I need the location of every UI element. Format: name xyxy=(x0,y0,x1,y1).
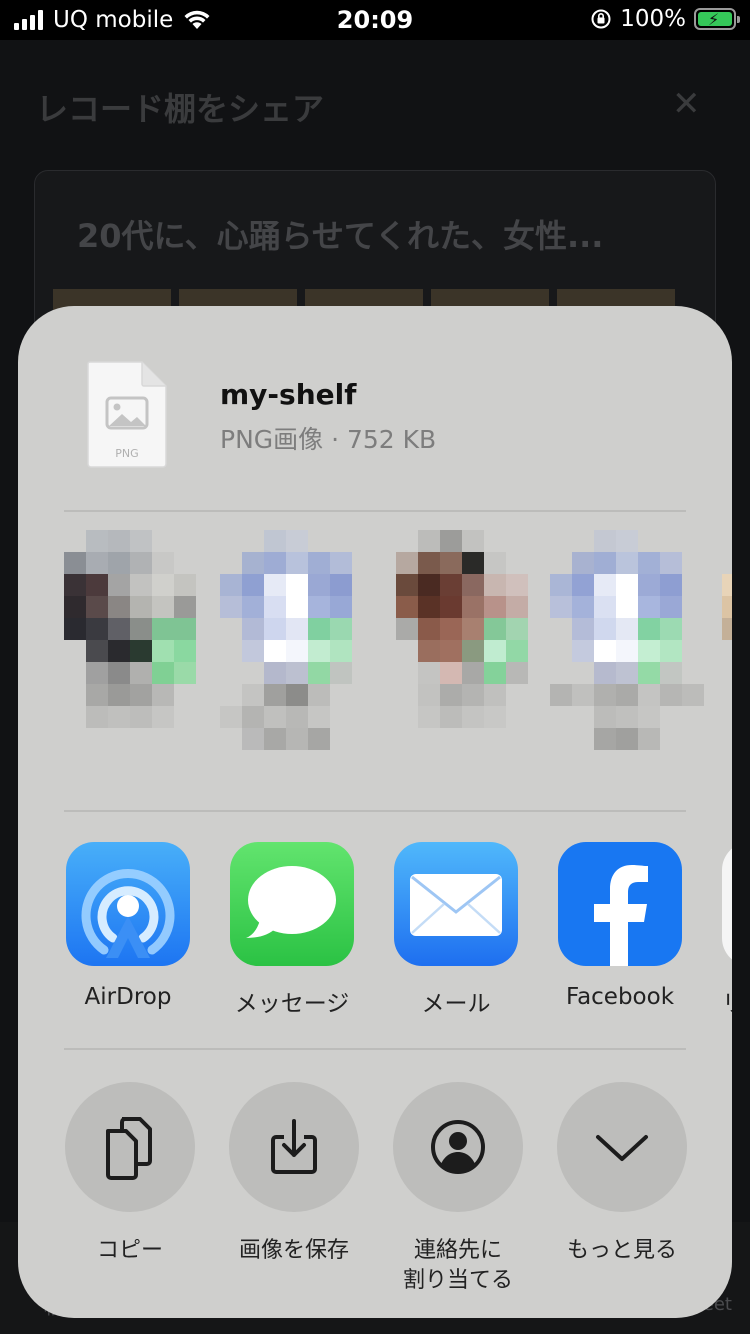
suggested-contacts-row xyxy=(18,520,732,790)
assign-contact-icon xyxy=(431,1120,485,1174)
divider xyxy=(64,510,686,512)
app-mail[interactable]: メール xyxy=(394,842,518,1018)
file-name: my-shelf xyxy=(220,378,357,411)
app-label: リ xyxy=(722,984,732,1018)
action-more[interactable]: もっと見る xyxy=(540,1082,704,1266)
app-label: メッセージ xyxy=(234,991,350,1017)
mail-icon xyxy=(394,842,518,966)
action-label: 画像を保存 xyxy=(238,1238,349,1263)
share-sheet: PNG my-shelf PNG画像 · 752 KB AirDrop メッセー… xyxy=(18,306,732,1318)
app-label: Facebook xyxy=(565,984,675,1010)
contact-suggestion[interactable] xyxy=(550,520,704,770)
action-copy[interactable]: コピー xyxy=(48,1082,212,1266)
action-label: 連絡先に 割り当てる xyxy=(402,1238,513,1293)
contact-suggestion[interactable] xyxy=(64,520,204,770)
facebook-icon xyxy=(558,842,682,966)
share-apps-row: AirDrop メッセージ メール Facebook xyxy=(18,842,732,1022)
battery-percent: 100% xyxy=(620,6,686,32)
background-page-title: レコード棚をシェア xyxy=(36,90,325,128)
app-label: メール xyxy=(421,991,491,1017)
file-type-label: PNG xyxy=(115,447,138,460)
airdrop-icon xyxy=(66,842,190,966)
status-bar: UQ mobile 20:09 100% ⚡ xyxy=(0,0,750,40)
app-label: AirDrop xyxy=(84,984,172,1010)
file-meta: PNG画像 · 752 KB xyxy=(220,425,437,454)
chevron-down-icon xyxy=(596,1135,648,1161)
png-file-icon: PNG xyxy=(87,361,167,468)
app-facebook[interactable]: Facebook xyxy=(558,842,682,1010)
background-close-icon: ✕ xyxy=(672,84,701,124)
action-label: もっと見る xyxy=(566,1238,677,1263)
action-assign-contact[interactable]: 連絡先に 割り当てる xyxy=(376,1082,540,1296)
action-save-image[interactable]: 画像を保存 xyxy=(212,1082,376,1266)
app-messages[interactable]: メッセージ xyxy=(230,842,354,1018)
reminders-icon xyxy=(722,842,732,966)
divider xyxy=(64,810,686,812)
contact-suggestion[interactable] xyxy=(722,520,732,770)
background-shelf-title: 20代に、心踊らせてくれた、女性... xyxy=(77,217,604,255)
app-airdrop[interactable]: AirDrop xyxy=(66,842,190,1010)
contact-suggestion[interactable] xyxy=(396,520,536,770)
copy-icon xyxy=(106,1117,152,1180)
share-actions-row: コピー 画像を保存 連絡先に 割り当てる もっと見る xyxy=(18,1082,732,1302)
save-image-icon xyxy=(271,1119,317,1174)
messages-icon xyxy=(230,842,354,966)
app-reminders[interactable]: リ xyxy=(722,842,732,1018)
divider xyxy=(64,1048,686,1050)
battery-charging-icon: ⚡ xyxy=(694,8,740,30)
orientation-lock-icon xyxy=(591,9,611,29)
contact-suggestion[interactable] xyxy=(220,520,360,770)
action-label: コピー xyxy=(96,1238,163,1263)
